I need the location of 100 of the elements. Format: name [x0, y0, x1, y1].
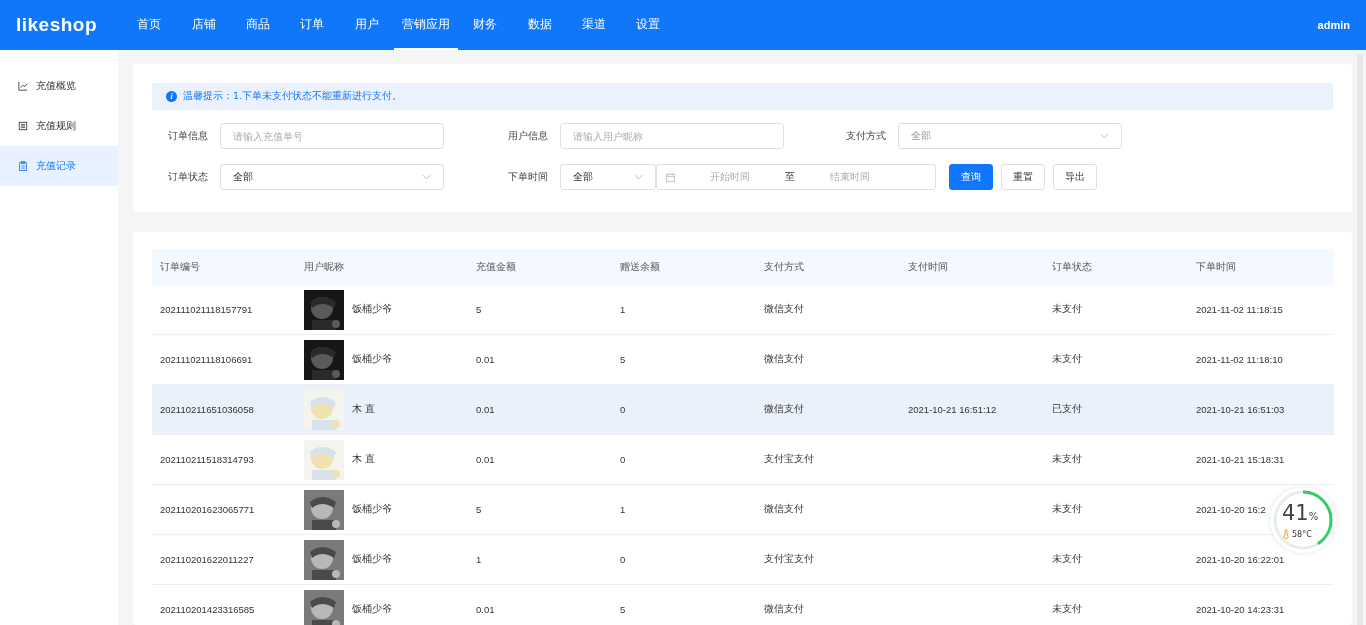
filter-button[interactable]: 重置 [1001, 164, 1045, 190]
column-header: 充值金额 [475, 260, 517, 274]
nav-tab[interactable]: 财务 [457, 0, 513, 50]
table-cell-text: 未支付 [1051, 303, 1083, 316]
payment-select[interactable]: 全部 [898, 123, 1122, 149]
logo: likeshop [15, 14, 99, 36]
time-type-select[interactable]: 全部 [560, 164, 656, 190]
table-cell-text: 微信支付 [763, 353, 805, 366]
filter-button[interactable]: 导出 [1053, 164, 1097, 190]
table-cell-text: 1 [475, 554, 483, 565]
column-header: 支付方式 [763, 260, 805, 274]
sidebar-item[interactable]: 充值记录 [0, 146, 118, 186]
table-cell: 2021-11-02 11:18:15 [1196, 304, 1283, 315]
nav-tab[interactable]: 设置 [621, 0, 676, 50]
table-cell: 2021-10-21 16:51:12 [908, 404, 997, 415]
filter-button[interactable]: 查询 [949, 164, 993, 190]
caret-icon [1100, 133, 1109, 139]
table-cell: 2021-10-20 16:22:01 [1196, 554, 1285, 565]
chart-icon [18, 81, 28, 91]
table-cell-text: 202110201423316585 [159, 604, 256, 615]
date-range-field[interactable]: 开始时间 至 结束时间 [656, 164, 936, 190]
table-cell-text: 微信支付 [763, 403, 805, 416]
column-header: 下单时间 [1195, 260, 1237, 274]
nickname-field[interactable]: 请输入用户昵称 [560, 123, 784, 149]
field-label: 用户信息 [507, 129, 549, 143]
table-cell-text: 202111021118157791 [159, 304, 254, 315]
table-cell: 饭桶少爷 [352, 353, 392, 366]
table-cell-text: 未支付 [1051, 553, 1083, 566]
list-icon [18, 121, 28, 131]
user-name[interactable]: admin [1317, 19, 1350, 31]
nav-tab[interactable]: 营销应用 [393, 0, 458, 50]
nav-tab[interactable]: 数据 [512, 0, 567, 50]
table-cell: 2021-10-20 16:2 [1196, 504, 1266, 515]
caret-icon [422, 174, 431, 180]
clipboard-icon [18, 161, 28, 171]
info-icon: i [166, 91, 177, 102]
thermometer-icon [1283, 529, 1289, 539]
table-cell: 木 直 [352, 403, 375, 416]
table-cell-text: 202110201622011227 [159, 554, 255, 565]
table-cell-text: 微信支付 [763, 303, 805, 316]
table-cell: 饭桶少爷 [352, 303, 392, 316]
sidebar-item[interactable]: 充值规则 [0, 106, 118, 146]
table-cell-text: 5 [475, 504, 483, 515]
nav-tab[interactable]: 商品 [230, 0, 286, 50]
table-cell-text: 1 [619, 504, 627, 515]
table-cell-text: 0 [619, 404, 627, 415]
table-cell-text: 0.01 [475, 454, 496, 465]
field-label: 支付方式 [845, 129, 887, 143]
column-header: 赠送余额 [619, 260, 661, 274]
table-cell-text: 202110211518314793 [159, 454, 255, 465]
table-cell-text: 支付宝支付 [763, 453, 815, 466]
table-cell-text: 0.01 [475, 604, 496, 615]
table-cell: 饭桶少爷 [352, 553, 392, 566]
usage-value: 41 [1282, 501, 1309, 525]
field-label: 下单时间 [507, 170, 549, 184]
nav-tab[interactable]: 订单 [285, 0, 340, 50]
nav-tab[interactable]: 用户 [339, 0, 394, 50]
table-cell-text: 0 [619, 554, 627, 565]
table-cell-text: 已支付 [1051, 403, 1083, 416]
nav-tab[interactable]: 首页 [122, 0, 177, 50]
temperature-value: 58°C [1292, 529, 1312, 539]
table-cell-text: 202110201623065771 [159, 504, 256, 515]
table-cell: 饭桶少爷 [352, 603, 392, 616]
table-cell-text: 支付宝支付 [763, 553, 815, 566]
column-header: 支付时间 [907, 260, 949, 274]
table-cell: 2021-11-02 11:18:10 [1196, 354, 1283, 365]
table-cell-text: 微信支付 [763, 603, 805, 616]
table-cell: 2021-10-20 14:23:31 [1196, 604, 1285, 615]
table-cell-text: 未支付 [1051, 453, 1083, 466]
table-cell-text: 202111021118106691 [159, 354, 254, 365]
table-cell-text: 0.01 [475, 354, 496, 365]
table-cell-text: 未支付 [1051, 353, 1083, 366]
table-cell: 木 直 [352, 453, 375, 466]
table-cell: 饭桶少爷 [352, 503, 392, 516]
order-number-field[interactable]: 请输入充值单号 [220, 123, 444, 149]
sidebar-item[interactable]: 充值概览 [0, 66, 118, 106]
notice-text: 温馨提示：1.下单未支付状态不能重新进行支付。 [183, 90, 403, 103]
table-cell-text: 5 [619, 354, 627, 365]
column-header: 用户昵称 [303, 260, 345, 274]
table-cell: 2021-10-21 15:18:31 [1196, 454, 1285, 465]
table-cell-text: 未支付 [1051, 503, 1083, 516]
usage-unit: % [1308, 511, 1319, 522]
table-cell: 2021-10-21 16:51:03 [1196, 404, 1285, 415]
table-cell-text: 0 [619, 454, 627, 465]
calendar-icon [665, 171, 676, 183]
field-label: 订单信息 [167, 129, 209, 143]
nav-tab[interactable]: 店铺 [176, 0, 231, 50]
table-cell-text: 微信支付 [763, 503, 805, 516]
caret-icon [634, 174, 643, 180]
column-header: 订单状态 [1051, 260, 1093, 274]
nav-tab[interactable]: 渠道 [566, 0, 622, 50]
table-cell-text: 5 [619, 604, 627, 615]
field-label: 订单状态 [167, 170, 209, 184]
table-cell-text: 202110211651036058 [159, 404, 255, 415]
table-cell-text: 5 [475, 304, 483, 315]
column-header: 订单编号 [159, 260, 201, 274]
table-cell-text: 1 [619, 304, 627, 315]
table-cell-text: 未支付 [1051, 603, 1083, 616]
table-cell-text: 0.01 [475, 404, 496, 415]
status-select[interactable]: 全部 [220, 164, 444, 190]
